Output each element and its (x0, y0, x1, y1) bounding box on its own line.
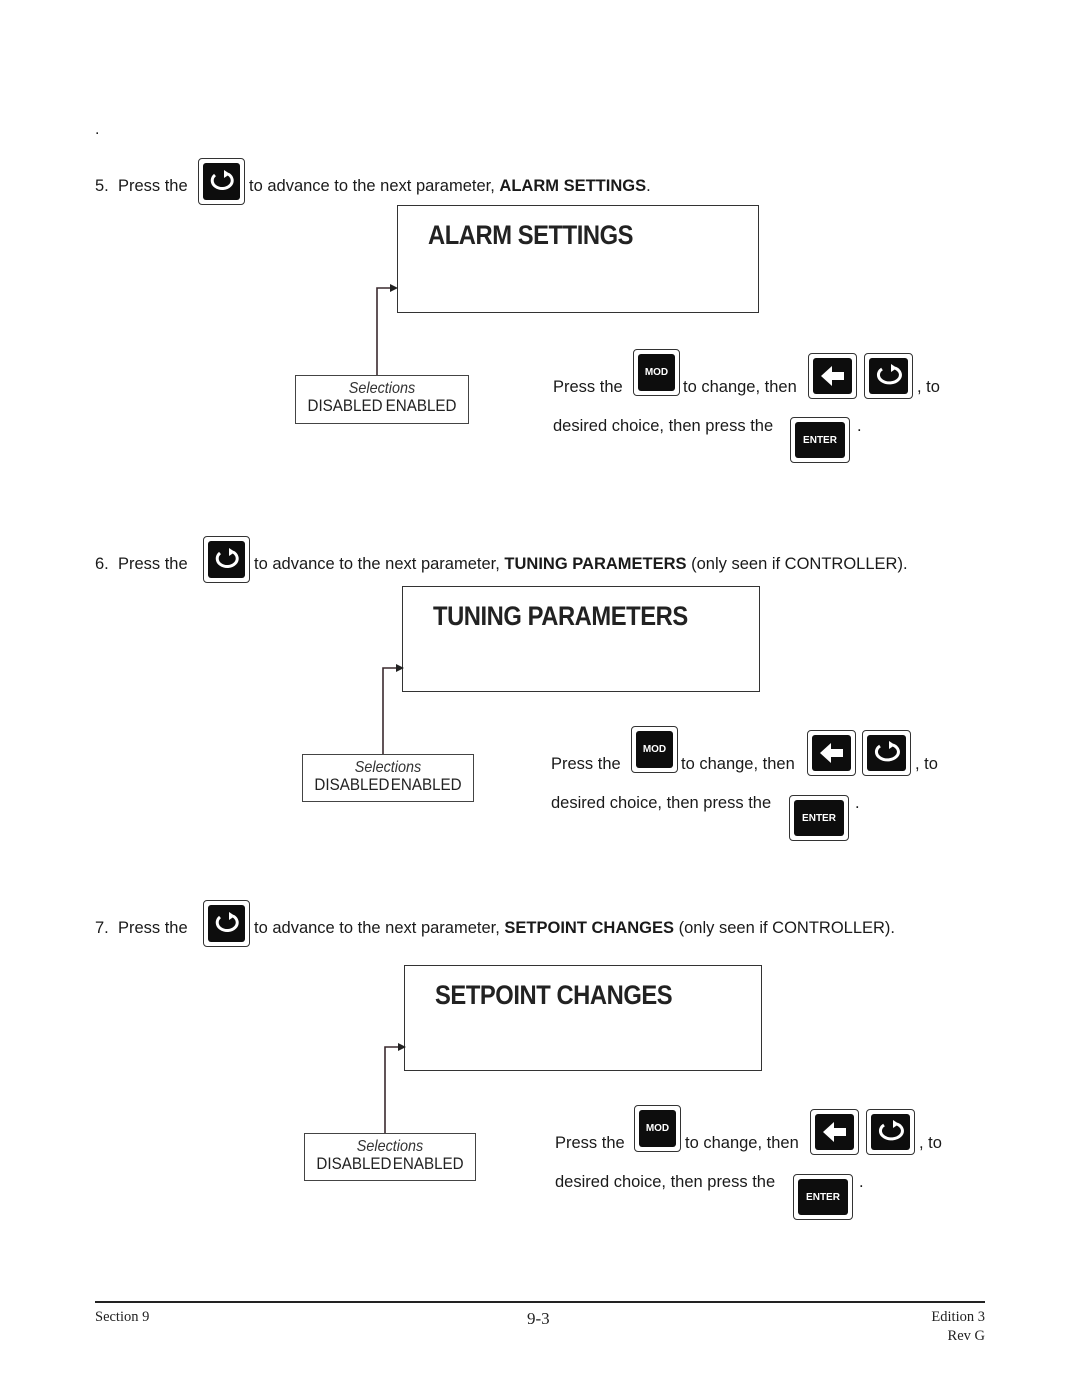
setpoint-changes-display: SETPOINT CHANGES (404, 965, 762, 1071)
leading-dot: . (95, 121, 100, 138)
connector-arrow (384, 1043, 406, 1134)
instr-press: Press the (555, 1134, 625, 1152)
option-enabled[interactable]: ENABLED (393, 1155, 464, 1173)
instr-to: , to (917, 378, 940, 396)
alarm-settings-display: ALARM SETTINGS (397, 205, 759, 313)
step-5-text: to advance to the next parameter, ALARM … (249, 177, 651, 195)
enter-key-button[interactable]: ENTER (793, 1174, 853, 1220)
enter-key-button[interactable]: ENTER (790, 417, 850, 463)
step-5-number-press: 5. Press the (95, 177, 188, 195)
selections-box: Selections DISABLED ENABLED (295, 375, 469, 424)
instr-end: . (859, 1173, 864, 1191)
scroll-key-button[interactable] (864, 353, 913, 399)
display-title: TUNING PARAMETERS (433, 601, 688, 631)
step-7-text: to advance to the next parameter, SETPOI… (254, 919, 896, 937)
selections-label: Selections (354, 759, 422, 776)
connector-arrow (376, 284, 398, 376)
instr-desired: desired choice, then press the (551, 794, 772, 812)
option-disabled[interactable]: DISABLED (316, 1155, 391, 1173)
left-arrow-icon (813, 358, 852, 394)
instr-press: Press the (551, 755, 621, 773)
left-arrow-icon (815, 1114, 854, 1150)
mod-key-button[interactable]: MOD (631, 726, 678, 773)
scroll-cycle-icon (871, 1114, 910, 1150)
scroll-cycle-icon (208, 905, 245, 942)
footer-rev: Rev G (947, 1328, 985, 1344)
step-7-number-press: 7. Press the (95, 919, 188, 937)
instr-end: . (855, 794, 860, 812)
scroll-cycle-icon (208, 541, 245, 578)
left-arrow-key-button[interactable] (807, 730, 856, 776)
display-title: SETPOINT CHANGES (435, 980, 673, 1010)
enter-key-button[interactable]: ENTER (789, 795, 849, 841)
instr-change: to change, then (685, 1134, 799, 1152)
enter-label: ENTER (806, 1191, 840, 1203)
instr-change: to change, then (683, 378, 797, 396)
instr-to: , to (919, 1134, 942, 1152)
step-6-text: to advance to the next parameter, TUNING… (254, 555, 908, 573)
mod-key-button[interactable]: MOD (633, 349, 680, 396)
instr-end: . (857, 417, 862, 435)
option-enabled[interactable]: ENABLED (391, 776, 462, 794)
mod-key-button[interactable]: MOD (634, 1105, 681, 1152)
footer-edition: Edition 3 (931, 1309, 985, 1325)
instr-desired: desired choice, then press the (553, 417, 774, 435)
scroll-cycle-icon (203, 163, 240, 200)
selections-label: Selections (348, 380, 416, 397)
selections-box: Selections DISABLED ENABLED (302, 754, 474, 802)
instr-change: to change, then (681, 755, 795, 773)
scroll-key-button[interactable] (862, 730, 911, 776)
scroll-cycle-icon (869, 358, 908, 394)
instr-to: , to (915, 755, 938, 773)
scroll-cycle-icon (867, 735, 906, 771)
option-enabled[interactable]: ENABLED (386, 397, 457, 415)
connector-arrow (382, 664, 404, 755)
scroll-key-button[interactable] (203, 536, 250, 583)
footer-section: Section 9 (95, 1309, 150, 1325)
scroll-key-button[interactable] (866, 1109, 915, 1155)
instr-press: Press the (553, 378, 623, 396)
step-6-number-press: 6. Press the (95, 555, 188, 573)
left-arrow-icon (812, 735, 851, 771)
mod-label: MOD (644, 367, 669, 378)
instr-desired: desired choice, then press the (555, 1173, 776, 1191)
option-disabled[interactable]: DISABLED (314, 776, 389, 794)
left-arrow-key-button[interactable] (810, 1109, 859, 1155)
selections-box: Selections DISABLED ENABLED (304, 1133, 476, 1181)
mod-label: MOD (645, 1123, 670, 1134)
left-arrow-key-button[interactable] (808, 353, 857, 399)
scroll-key-button[interactable] (203, 900, 250, 947)
display-title: ALARM SETTINGS (428, 220, 634, 250)
option-disabled[interactable]: DISABLED (307, 397, 382, 415)
enter-label: ENTER (802, 812, 836, 824)
mod-label: MOD (642, 744, 667, 755)
scroll-key-button[interactable] (198, 158, 245, 205)
footer-rule (95, 1301, 985, 1303)
enter-label: ENTER (803, 434, 837, 446)
footer-page-number: 9-3 (527, 1309, 550, 1328)
selections-label: Selections (356, 1138, 424, 1155)
tuning-parameters-display: TUNING PARAMETERS (402, 586, 760, 692)
